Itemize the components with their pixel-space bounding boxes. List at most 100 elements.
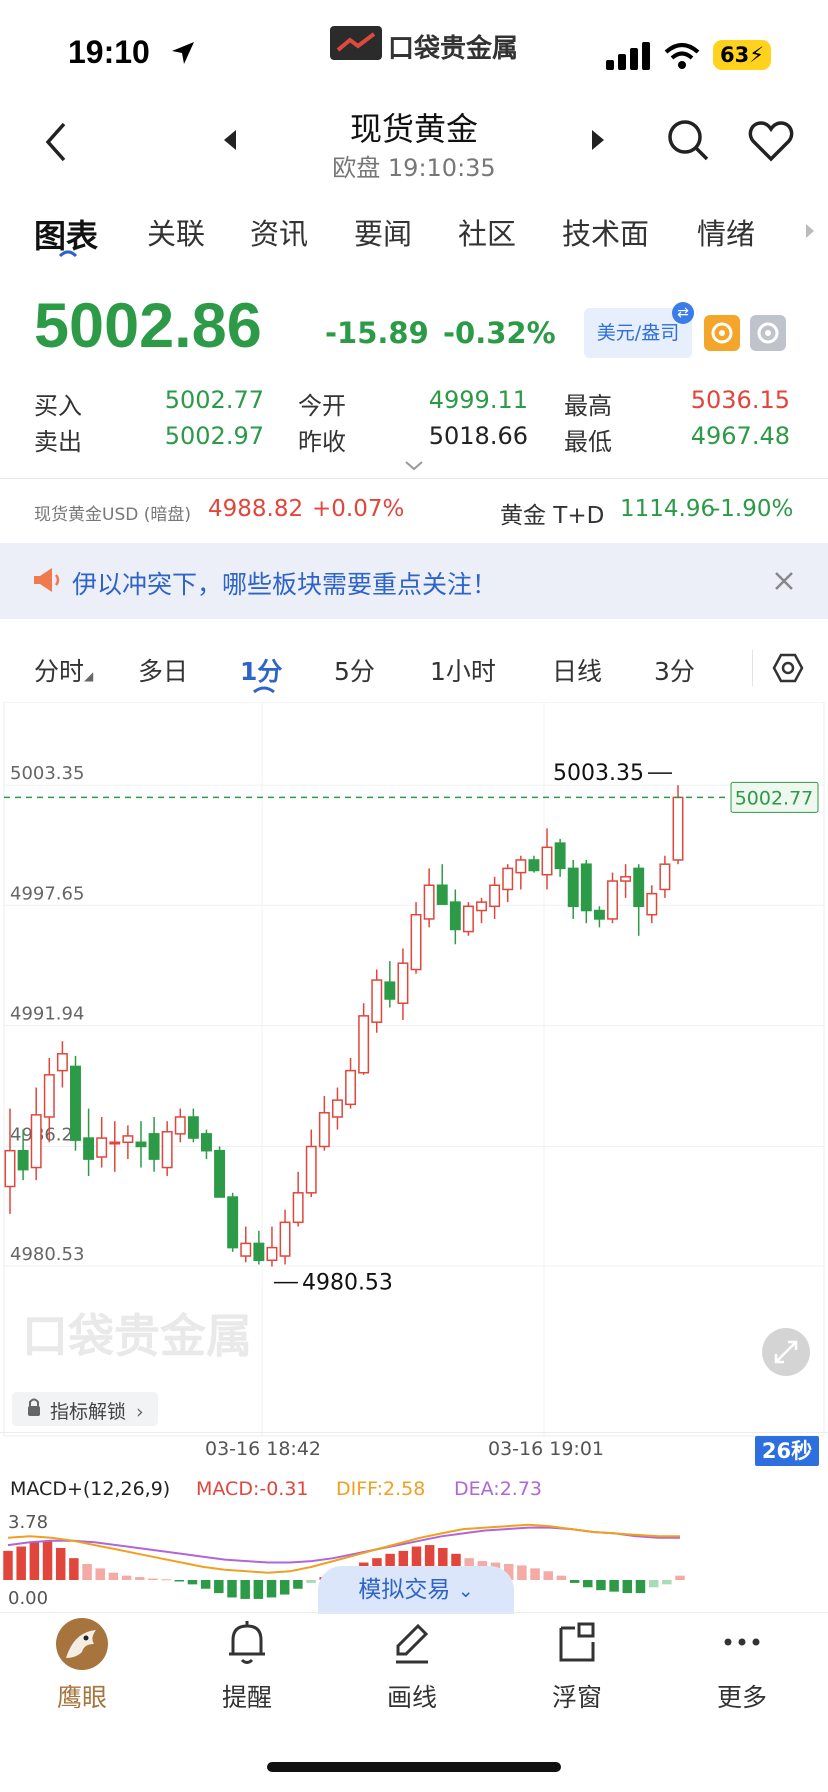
nav-alert[interactable]: 提醒 [197,1618,297,1714]
period-tab-daily[interactable]: 日线 [552,652,602,688]
y-tick-label: 4997.65 [10,883,84,904]
chevron-down-icon: ⌄ [457,1580,474,1602]
macd-bar [108,1572,119,1580]
low-label: 最低 [564,428,612,456]
tab-community[interactable]: 社区 [458,211,516,253]
macd-bar [95,1568,105,1580]
favorite-heart-icon[interactable] [748,120,794,162]
ticker-right-price: 1114.96 [620,496,716,522]
macd-bar [530,1568,540,1580]
app-logo-text: 口袋贵金属 [388,34,519,64]
refresh-toggle-button[interactable] [704,315,740,351]
search-icon[interactable] [666,118,710,162]
tab-related[interactable]: 关联 [147,211,205,253]
y-tick-label: 4991.94 [10,1004,84,1025]
location-arrow-icon [172,42,194,64]
macd-bar [543,1571,553,1580]
min-price-label: 4980.53 [302,1271,393,1296]
macd-bar [556,1575,567,1580]
indicator-unlock-button[interactable]: 指标解锁 › [12,1392,158,1426]
home-indicator [267,1762,561,1772]
macd-bar [214,1580,224,1594]
svg-text:›: › [136,1401,144,1423]
nav-floating-window[interactable]: 浮窗 [527,1618,627,1714]
settings-toggle-button[interactable] [750,315,786,351]
wifi-icon [664,43,700,69]
nav-draw-line[interactable]: 画线 [362,1618,462,1714]
tab-sentiment[interactable]: 情绪 [697,211,755,253]
high-label: 最高 [564,392,612,420]
nav-more[interactable]: 更多 [692,1618,792,1714]
status-bar: 19:10 口袋贵金属 63⚡ [0,0,828,100]
y-tick-label: 5003.35 [10,763,84,784]
max-price-label: 5003.35 [553,761,644,786]
app-logo-icon [330,26,382,60]
ticker-left-name: 现货黄金USD (暗盘) [34,505,191,525]
prev-close-value: 5018.66 [428,422,528,450]
macd-bar [266,1580,277,1598]
signal-icon [606,42,650,70]
macd-bar [583,1580,593,1588]
related-ticker-row[interactable]: 现货黄金USD (暗盘) 4988.82 +0.07% 黄金 T+D 1114.… [0,488,828,532]
macd-bar [42,1540,53,1580]
candle [227,1192,239,1252]
ticker-right-change: -1.90% [712,496,794,522]
macd-bar [3,1550,13,1580]
pen-icon [396,1623,429,1664]
expand-chevron-icon[interactable] [404,460,424,472]
candle [70,1055,81,1151]
next-instrument-button[interactable] [590,128,606,152]
prev-close-label: 昨收 [298,428,346,456]
macd-bar [227,1580,237,1598]
period-tab-3min[interactable]: 3分 [654,652,695,688]
period-tab-multiday[interactable]: 多日 [138,652,188,688]
ticker-left-price: 4988.82 [208,496,304,522]
macd-bar [240,1580,250,1599]
last-price: 5002.86 [34,291,262,361]
macd-bar [517,1565,527,1580]
svg-text:5002.77: 5002.77 [735,787,814,809]
expand-chart-button[interactable] [762,1328,810,1376]
macd-bar [200,1580,211,1589]
tabs-more-arrow-icon[interactable] [804,222,816,240]
macd-bar [55,1547,66,1580]
macd-bar [253,1580,264,1599]
close-icon[interactable] [774,571,794,591]
macd-bar [293,1580,303,1589]
megaphone-icon [34,568,60,592]
nav-eagle-eye[interactable]: 鹰眼 [32,1618,132,1714]
news-banner[interactable]: 伊以冲突下，哪些板块需要重点关注！ [0,543,828,619]
open-value: 4999.11 [428,386,528,414]
macd-bar [135,1577,145,1580]
watermark-logo: 口袋贵金属 [22,1309,252,1363]
macd-bar [279,1580,290,1595]
tab-news[interactable]: 资讯 [250,211,308,253]
tab-headlines[interactable]: 要闻 [354,211,412,253]
macd-bar [174,1580,185,1582]
chart-settings-icon[interactable] [772,652,804,684]
candle [462,902,474,936]
active-period-indicator [253,686,275,694]
macd-bar [16,1546,26,1580]
macd-bar [82,1563,92,1580]
macd-bar [648,1580,659,1588]
gear-icon [757,322,779,344]
period-tab-1min[interactable]: 1分 [240,652,282,688]
period-tab-1hour[interactable]: 1小时 [430,652,496,688]
battery-indicator: 63⚡ [713,40,771,70]
active-tab-indicator [58,250,78,258]
macd-bar [662,1580,672,1585]
tab-technical[interactable]: 技术面 [562,211,649,253]
period-tab-timeshare[interactable]: 分时◢ [34,652,93,688]
period-tab-5min[interactable]: 5分 [334,652,375,688]
more-icon [724,1638,760,1646]
unlock-label: 指标解锁 [50,1401,126,1423]
simulated-trade-button[interactable]: 模拟交易 ⌄ [318,1566,514,1614]
candle [214,1146,226,1198]
low-value: 4967.48 [690,422,790,450]
macd-bar [622,1580,633,1594]
price-change: -15.89 [325,316,429,350]
candlestick-chart[interactable]: 5003.354997.654991.944986.24980.53 5002.… [0,702,828,1442]
divider [0,1612,828,1613]
refresh-icon [711,322,733,344]
